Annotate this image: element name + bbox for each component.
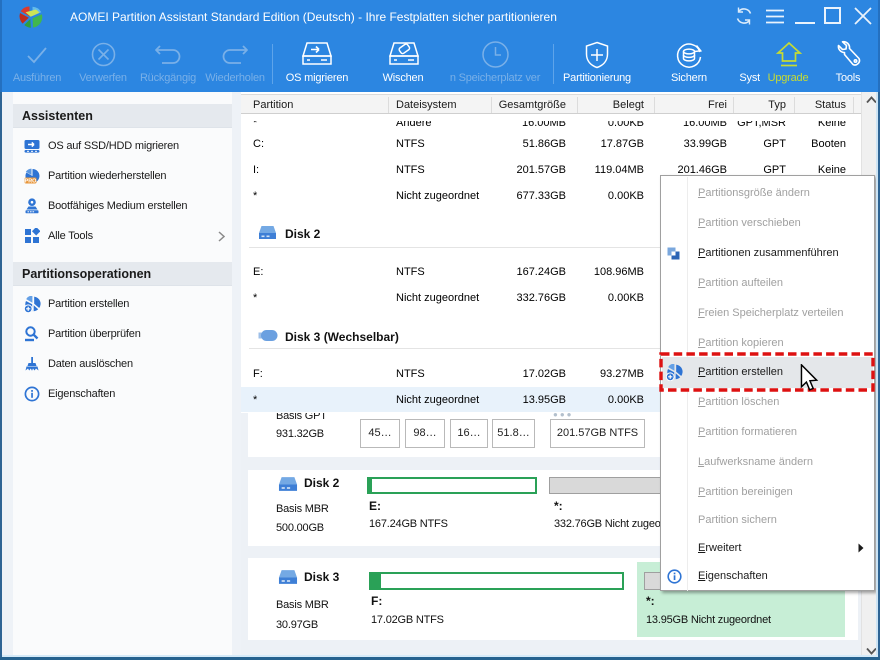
svg-text:PRO: PRO [25,179,38,185]
